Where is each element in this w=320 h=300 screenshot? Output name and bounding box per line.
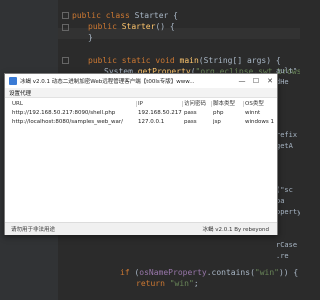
url-cell: http://192.168.50.217:8090/shell.php [12,110,116,116]
fold-icon[interactable] [62,24,69,31]
window-title: 冰蝎 v2.0.1 动态二进制加密Web远程管理客户端【t00ls专版】www.… [20,79,195,85]
maximize-button[interactable]: ☐ [251,76,261,86]
close-button[interactable]: ✕ [265,76,275,86]
fold-icon[interactable] [62,12,69,19]
column-divider[interactable] [136,101,137,107]
code-fragment: getA [276,142,293,150]
code-fragment: dHe [276,78,289,86]
table-row[interactable]: http://localhost:8080/samples_web_war/ 1… [8,118,274,126]
title-bar[interactable]: 冰蝎 v2.0.1 动态二进制加密Web远程管理客户端【t00ls专版】www.… [5,74,277,88]
script-type-cell: jsp [213,119,221,125]
code-line: if (osNameProperty.contains("win")) { [120,268,299,277]
code-fragment: .re [276,252,289,260]
menu-proxy-settings[interactable]: 设置代理 [9,89,31,97]
column-header-ip[interactable]: IP [138,100,182,108]
os-type-cell: winnt [245,110,261,116]
url-cell: http://localhost:8080/samples_web_war/ [12,119,123,125]
code-fragment: ("sc [276,186,293,194]
column-divider[interactable] [182,101,183,107]
column-divider[interactable] [243,101,244,107]
table-header: URL IP 访问密码 脚本类型 OS类型 [8,100,274,108]
status-bar: 请勿用于非法用途 冰蝎 v2.0.1 By rebeyond [5,222,277,235]
code-fragment: refix [276,131,298,139]
shell-table[interactable]: URL IP 访问密码 脚本类型 OS类型 http://192.168.50.… [8,100,274,224]
minimize-button[interactable]: — [237,76,247,86]
column-header-password[interactable]: 访问密码 [184,100,212,108]
code-fragment: rCase [276,241,298,249]
column-header-script-type[interactable]: 脚本类型 [213,100,243,108]
code-fragment: ault" [276,67,298,75]
code-line: } [88,33,93,42]
code-line: public static void main(String[] args) { [88,56,281,65]
column-header-os-type[interactable]: OS类型 [245,100,274,108]
code-line: public Starter() { [88,22,175,31]
script-type-cell: php [213,110,224,116]
code-fragment: operty [276,208,300,216]
password-cell: pass [184,119,197,125]
password-cell: pass [184,110,197,116]
os-type-cell: windows 10 [245,119,274,125]
table-row[interactable]: http://192.168.50.217:8090/shell.php 192… [8,109,274,117]
code-line: return "win"; [136,279,199,288]
menu-bar: 设置代理 [5,88,277,98]
code-fragment: pa [276,197,285,205]
status-warning: 请勿用于非法用途 [11,227,56,233]
app-icon [9,77,17,85]
behinder-window[interactable]: 冰蝎 v2.0.1 动态二进制加密Web远程管理客户端【t00ls专版】www.… [4,73,278,235]
ip-cell: 192.168.50.217 [138,110,182,116]
code-line: public class Starter { [72,11,178,20]
status-version: 冰蝎 v2.0.1 By rebeyond [202,227,269,233]
ip-cell: 127.0.0.1 [138,119,165,125]
column-header-url[interactable]: URL [12,100,138,108]
fold-icon[interactable] [62,57,69,64]
column-divider[interactable] [211,101,212,107]
